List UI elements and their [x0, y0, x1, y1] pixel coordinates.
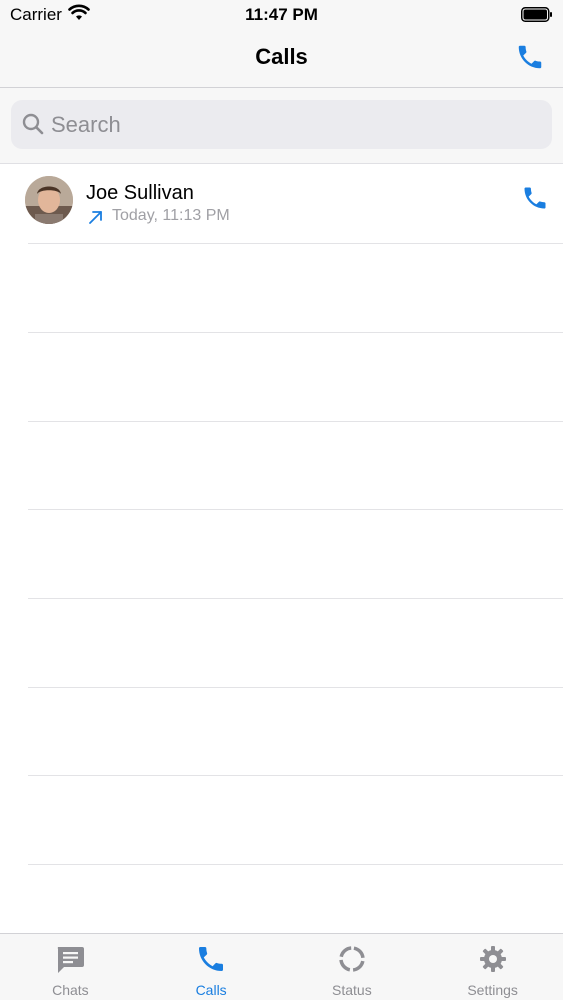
tab-chats[interactable]: Chats [0, 934, 141, 1000]
search-icon [22, 113, 44, 135]
row-separator [28, 864, 563, 865]
row-separator [28, 687, 563, 688]
search-bar [0, 88, 563, 164]
new-call-phone-icon[interactable] [515, 42, 545, 72]
chat-bubble-icon [58, 947, 85, 973]
status-bar: Carrier 11:47 PM [0, 0, 563, 30]
contact-name: Joe Sullivan [86, 182, 194, 204]
row-separator [28, 775, 563, 776]
call-row[interactable]: Joe Sullivan Today, 11:13 PM [0, 164, 563, 243]
row-separator [28, 332, 563, 333]
avatar [25, 176, 73, 224]
tab-settings[interactable]: Settings [422, 934, 563, 1000]
tab-label-settings: Settings [467, 982, 518, 998]
navigation-bar: Calls [0, 30, 563, 88]
call-list: Joe Sullivan Today, 11:13 PM [0, 164, 563, 243]
status-ring-icon [339, 946, 365, 972]
row-separator [28, 509, 563, 510]
outgoing-call-arrow-icon [89, 211, 102, 224]
clock: 11:47 PM [245, 5, 318, 24]
page-title: Calls [255, 44, 308, 69]
tab-label-calls: Calls [195, 982, 227, 998]
battery-icon [521, 7, 552, 22]
row-separator [28, 421, 563, 422]
gear-icon [479, 946, 506, 972]
tab-calls[interactable]: Calls [141, 934, 282, 1000]
tab-label-chats: Chats [52, 982, 89, 998]
tab-status[interactable]: Status [282, 934, 423, 1000]
call-back-phone-icon[interactable] [521, 184, 549, 212]
tab-bar: Chats Calls Status Settings [0, 933, 563, 1000]
tab-label-status: Status [332, 982, 372, 998]
row-separator [28, 598, 563, 599]
row-separator [28, 243, 563, 244]
call-timestamp: Today, 11:13 PM [112, 207, 230, 224]
search-input[interactable] [51, 100, 541, 149]
search-box[interactable] [11, 100, 552, 149]
phone-icon [199, 947, 224, 971]
